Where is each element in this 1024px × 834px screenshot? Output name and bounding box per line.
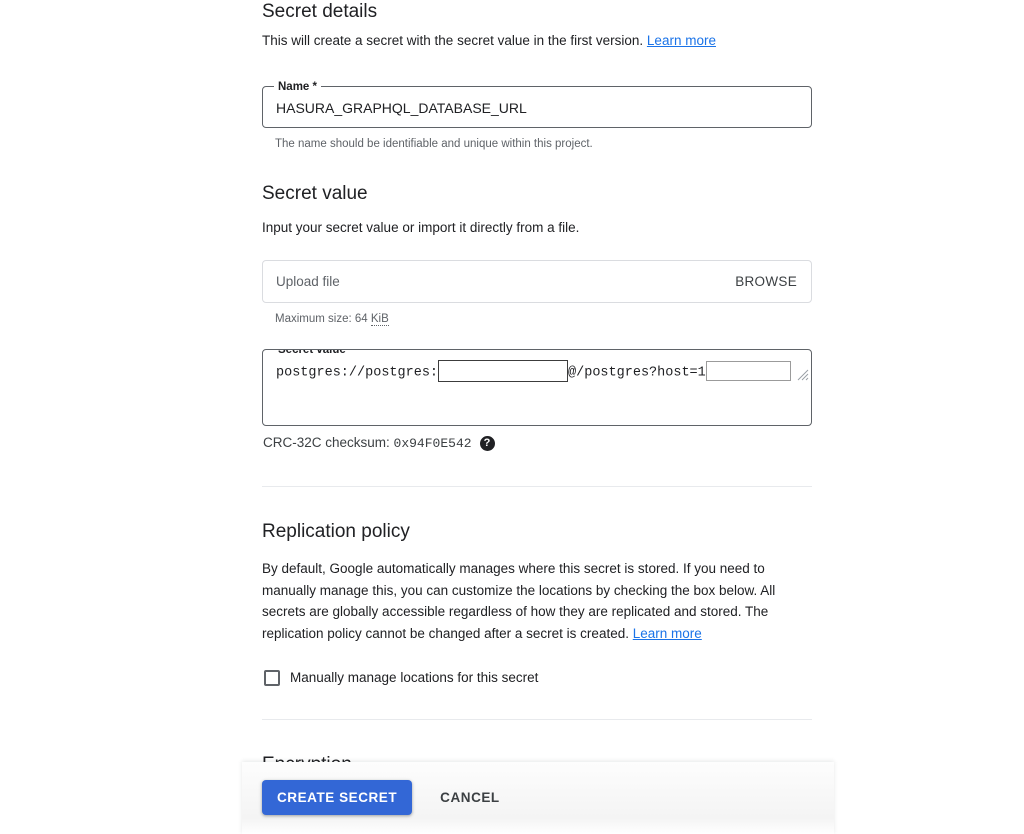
upload-max-size-hint: Maximum size: 64 KiB: [262, 311, 812, 327]
replication-policy-description: By default, Google automatically manages…: [262, 558, 811, 644]
secret-value-description: Input your secret value or import it dir…: [262, 219, 580, 235]
checksum-label: CRC-32C checksum:: [263, 435, 394, 450]
upload-max-size-text: Maximum size: 64: [275, 313, 371, 325]
secret-create-page: Secret details This will create a secret…: [0, 0, 1024, 834]
secret-value-field[interactable]: Secret value postgres://postgres: @/postg…: [262, 349, 812, 426]
upload-file-placeholder: Upload file: [276, 274, 340, 289]
secret-details-description: This will create a secret with the secre…: [262, 30, 812, 52]
checksum-text: CRC-32C checksum: 0x94F0E542: [263, 435, 472, 451]
secret-value-title: Secret value: [262, 182, 368, 204]
manual-locations-checkbox-row[interactable]: Manually manage locations for this secre…: [262, 668, 812, 688]
secret-value-text-middle: @/postgres?host=1: [568, 365, 706, 381]
checksum-value: 0x94F0E542: [393, 436, 472, 451]
create-secret-button[interactable]: CREATE SECRET: [262, 780, 413, 815]
secret-details-description-text: This will create a secret with the secre…: [262, 33, 644, 48]
page-title: Secret details: [262, 1, 378, 22]
manual-locations-checkbox-label[interactable]: Manually manage locations for this secre…: [290, 668, 538, 688]
action-bar: CREATE SECRET CANCEL: [242, 762, 834, 834]
upload-file-row[interactable]: Upload file BROWSE: [262, 260, 812, 303]
name-field[interactable]: Name * HASURA_GRAPHQL_DATABASE_URL: [262, 78, 812, 128]
replication-policy-learn-more-link[interactable]: Learn more: [633, 626, 702, 641]
name-field-label: Name *: [274, 78, 321, 95]
browse-button[interactable]: BROWSE: [735, 274, 797, 289]
kib-abbreviation: KiB: [370, 313, 389, 326]
name-input[interactable]: HASURA_GRAPHQL_DATABASE_URL: [263, 87, 811, 118]
name-field-hint: The name should be identifiable and uniq…: [275, 137, 593, 150]
divider: [262, 486, 812, 487]
redacted-password-box: [438, 360, 569, 382]
replication-policy-title: Replication policy: [262, 521, 410, 542]
help-icon[interactable]: ?: [479, 435, 495, 451]
checksum-row: CRC-32C checksum: 0x94F0E542 ?: [262, 435, 812, 451]
secret-value-text-before: postgres://postgres:: [276, 365, 439, 381]
manual-locations-checkbox[interactable]: [264, 670, 280, 686]
cancel-button[interactable]: CANCEL: [432, 780, 508, 815]
resize-grip-icon[interactable]: [797, 369, 809, 381]
secret-details-learn-more-link[interactable]: Learn more: [647, 33, 716, 48]
redacted-host-box: [705, 361, 791, 381]
secret-value-textarea[interactable]: postgres://postgres: @/postgres?host=1: [263, 350, 811, 383]
divider: [262, 719, 812, 720]
form-column: Secret details This will create a secret…: [262, 0, 812, 834]
